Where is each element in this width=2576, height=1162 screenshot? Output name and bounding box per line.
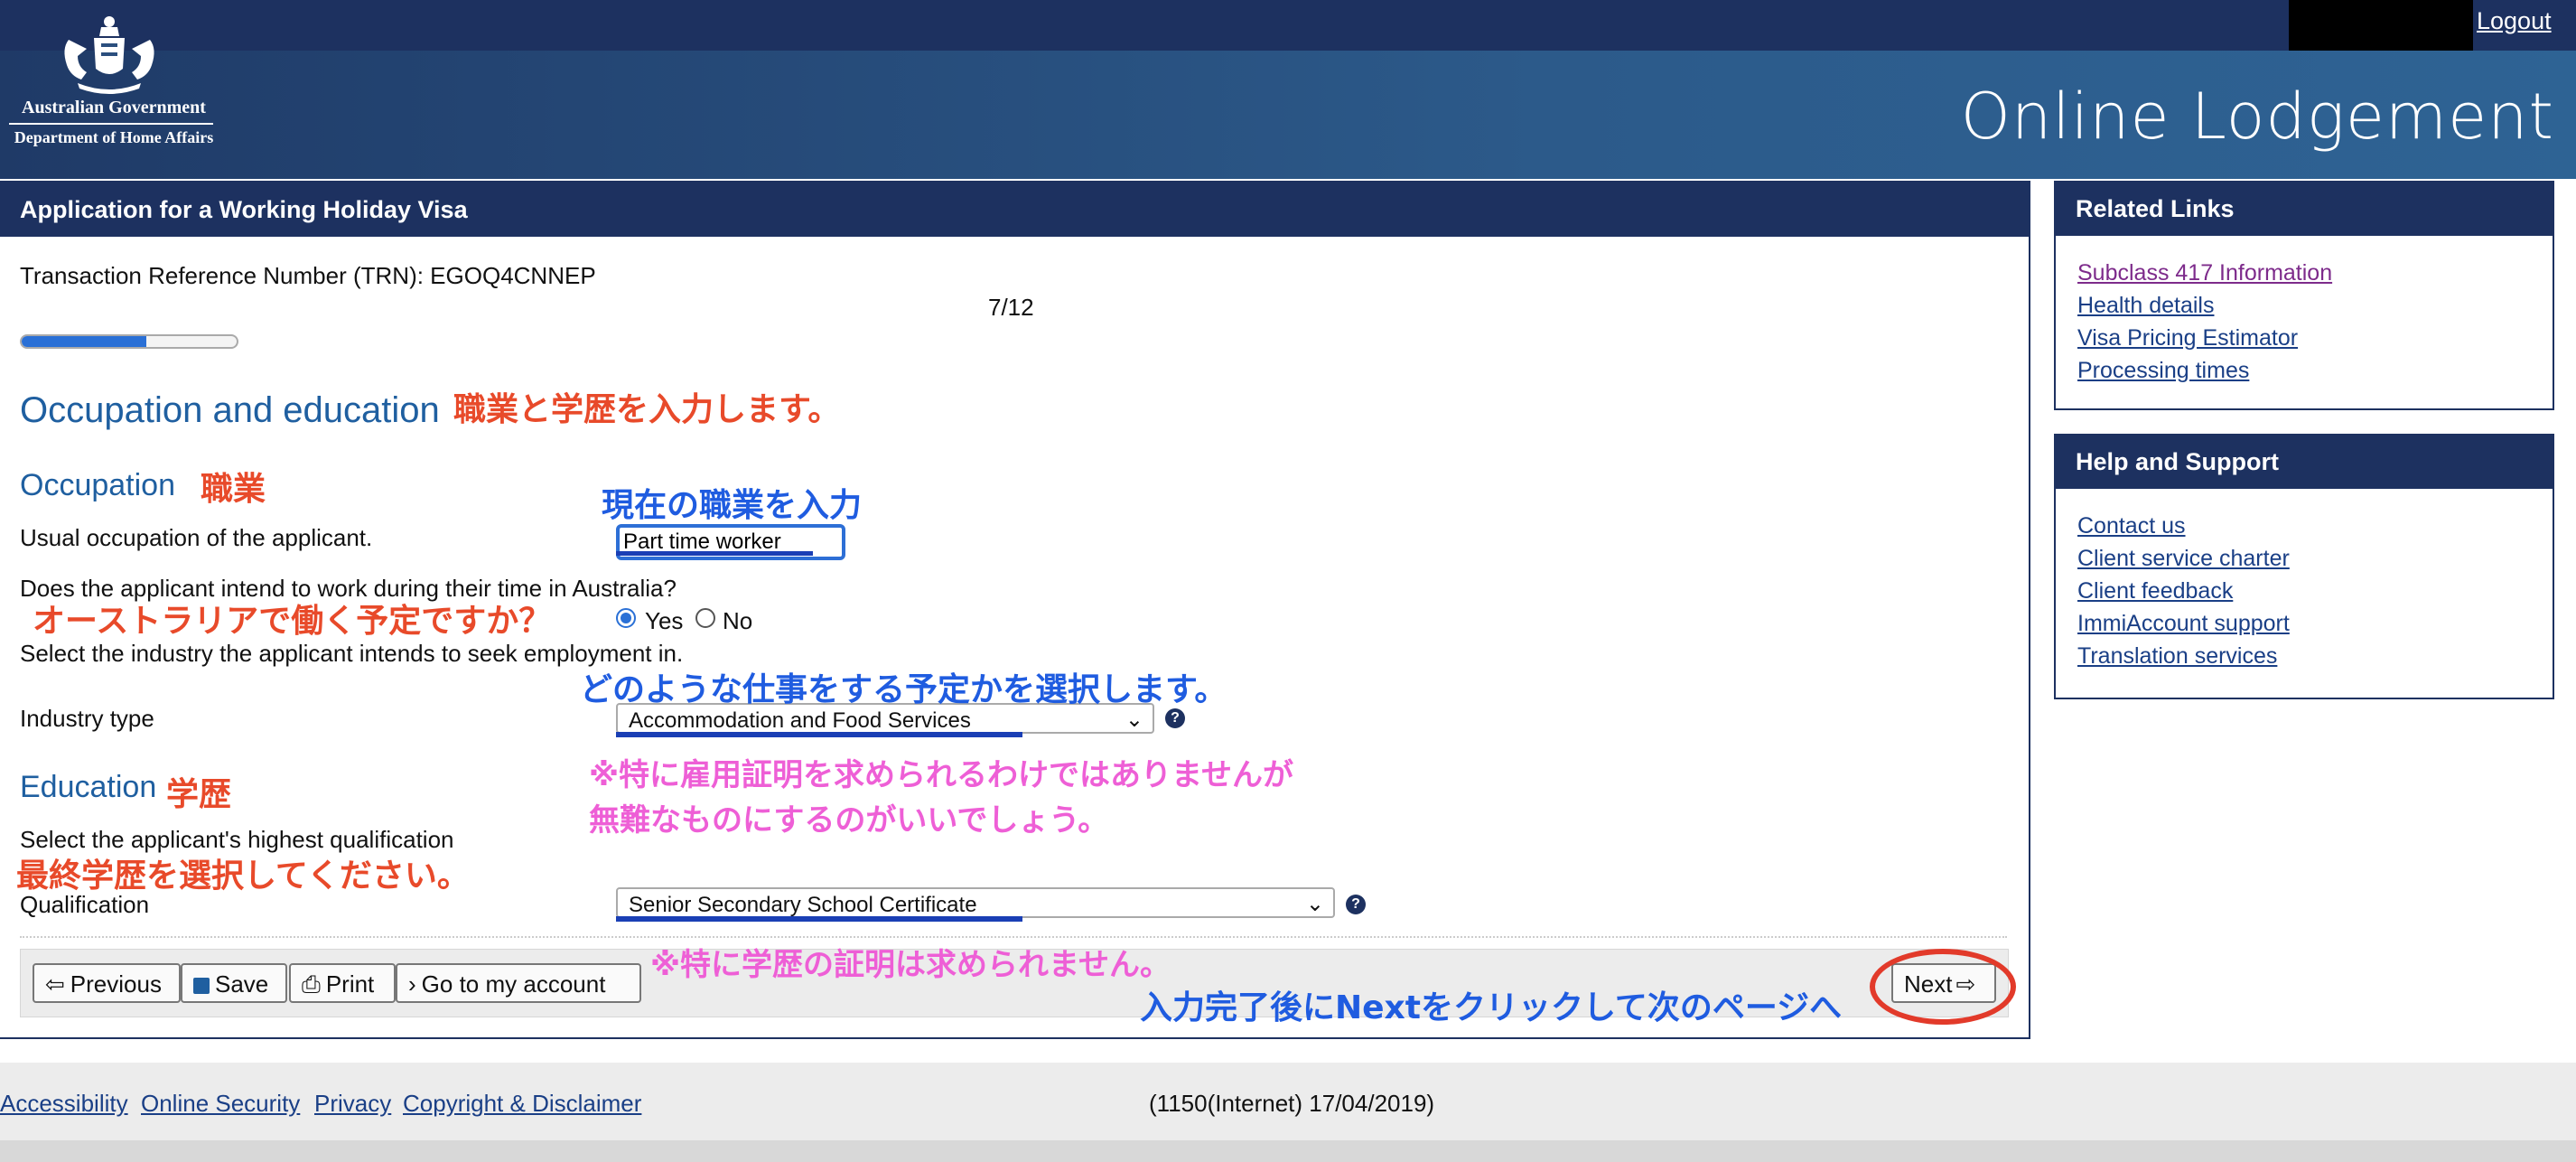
print-button[interactable]: ⎙ Print bbox=[289, 963, 396, 1003]
annotation-occupation: 職業 bbox=[201, 471, 266, 508]
help-support-title: Help and Support bbox=[2056, 436, 2553, 489]
occupation-question: Usual occupation of the applicant. bbox=[20, 524, 373, 551]
footer-link-accessibility[interactable]: Accessibility bbox=[0, 1090, 128, 1118]
chevron-down-icon: ⌄ bbox=[1305, 892, 1324, 916]
floppy-disk-icon bbox=[193, 978, 210, 994]
arrow-left-icon: ⇦ bbox=[45, 970, 65, 998]
trn-text: Transaction Reference Number (TRN): EGOQ… bbox=[20, 262, 596, 289]
education-heading: Education bbox=[20, 770, 157, 804]
go-to-my-account-button[interactable]: › Go to my account bbox=[396, 963, 641, 1003]
footer-link-copyright-disclaimer[interactable]: Copyright & Disclaimer bbox=[403, 1090, 641, 1118]
qualification-underline-marker bbox=[616, 916, 1022, 922]
related-links-title: Related Links bbox=[2056, 183, 2553, 236]
link-health-details[interactable]: Health details bbox=[2077, 293, 2214, 319]
work-yes-radio[interactable] bbox=[616, 608, 636, 628]
qualification-select[interactable]: Senior Secondary School Certificate ⌄ bbox=[616, 887, 1335, 918]
work-yes-label[interactable]: Yes bbox=[645, 607, 683, 635]
help-icon[interactable]: ? bbox=[1346, 895, 1366, 914]
annotation-occupation-input: 現在の職業を入力 bbox=[602, 487, 863, 524]
coat-of-arms-icon bbox=[64, 16, 154, 94]
annotation-section: 職業と学歴を入力します。 bbox=[453, 391, 841, 428]
annotation-qualification-note: ※特に学歴の証明は求められません。 bbox=[650, 947, 1171, 983]
annotation-work: オーストラリアで働く予定ですか？ bbox=[33, 603, 552, 640]
footer-bottom-strip bbox=[0, 1140, 2576, 1162]
occupation-heading: Occupation bbox=[20, 468, 175, 502]
industry-type-label: Industry type bbox=[20, 705, 154, 732]
footer-version: (1150(Internet) 17/04/2019) bbox=[1149, 1090, 1435, 1117]
chevron-right-icon: › bbox=[408, 970, 416, 998]
work-no-radio[interactable] bbox=[695, 608, 715, 628]
previous-button[interactable]: ⇦ Previous bbox=[33, 963, 181, 1003]
link-translation-services[interactable]: Translation services bbox=[2077, 643, 2277, 670]
industry-underline-marker bbox=[616, 732, 1022, 737]
logo-divider bbox=[9, 123, 213, 125]
annotation-industry: どのような仕事をする予定かを選択します。 bbox=[580, 671, 1227, 708]
government-logo: Australian Government Department of Home… bbox=[7, 13, 213, 157]
footer-link-privacy[interactable]: Privacy bbox=[314, 1090, 391, 1118]
step-indicator: 7/12 bbox=[988, 294, 1034, 321]
qualification-selected-value: Senior Secondary School Certificate bbox=[629, 893, 977, 917]
link-visa-pricing-estimator[interactable]: Visa Pricing Estimator bbox=[2077, 325, 2298, 351]
footer-link-online-security[interactable]: Online Security bbox=[141, 1090, 300, 1118]
panel-title: Application for a Working Holiday Visa bbox=[20, 196, 468, 223]
occupation-underline-marker bbox=[616, 551, 813, 556]
link-client-feedback[interactable]: Client feedback bbox=[2077, 578, 2233, 604]
annotation-next: 入力完了後にNextをクリックして次のページへ bbox=[1140, 989, 1843, 1026]
printer-icon: ⎙ bbox=[302, 970, 321, 998]
industry-selected-value: Accommodation and Food Services bbox=[629, 708, 971, 733]
annotation-industry-note-1: ※特に雇用証明を求められるわけではありませんが bbox=[589, 757, 1294, 793]
progress-fill bbox=[22, 336, 147, 347]
government-name: Australian Government bbox=[22, 98, 206, 117]
link-contact-us[interactable]: Contact us bbox=[2077, 513, 2186, 539]
save-label: Save bbox=[215, 970, 269, 998]
account-label: Go to my account bbox=[421, 970, 606, 998]
save-button[interactable]: Save bbox=[181, 963, 287, 1003]
related-links-panel: Related Links Subclass 417 Information H… bbox=[2054, 181, 2554, 410]
link-subclass-417-information[interactable]: Subclass 417 Information bbox=[2077, 260, 2332, 286]
chevron-down-icon: ⌄ bbox=[1125, 708, 1143, 732]
link-processing-times[interactable]: Processing times bbox=[2077, 358, 2249, 384]
help-support-panel: Help and Support Contact us Client servi… bbox=[2054, 434, 2554, 699]
site-title: Online Lodgement bbox=[1960, 80, 2554, 154]
link-client-service-charter[interactable]: Client service charter bbox=[2077, 546, 2290, 572]
work-no-label[interactable]: No bbox=[723, 607, 752, 635]
redacted-username bbox=[2289, 0, 2473, 51]
help-icon[interactable]: ? bbox=[1165, 708, 1185, 728]
annotation-education: 学歴 bbox=[166, 776, 232, 813]
previous-label: Previous bbox=[70, 970, 162, 998]
annotation-industry-note-2: 無難なものにするのがいいでしょう。 bbox=[589, 802, 1109, 839]
link-immiaccount-support[interactable]: ImmiAccount support bbox=[2077, 611, 2290, 637]
section-title: Occupation and education bbox=[20, 390, 440, 430]
nav-divider bbox=[20, 936, 2007, 938]
department-name: Department of Home Affairs bbox=[14, 128, 214, 146]
annotation-qualification: 最終学歴を選択してください。 bbox=[16, 857, 470, 895]
print-label: Print bbox=[325, 970, 375, 998]
next-highlight-circle bbox=[1870, 949, 2016, 1025]
header-top-bar bbox=[0, 0, 2576, 51]
logout-link[interactable]: Logout bbox=[2477, 7, 2552, 35]
progress-bar bbox=[20, 334, 238, 349]
